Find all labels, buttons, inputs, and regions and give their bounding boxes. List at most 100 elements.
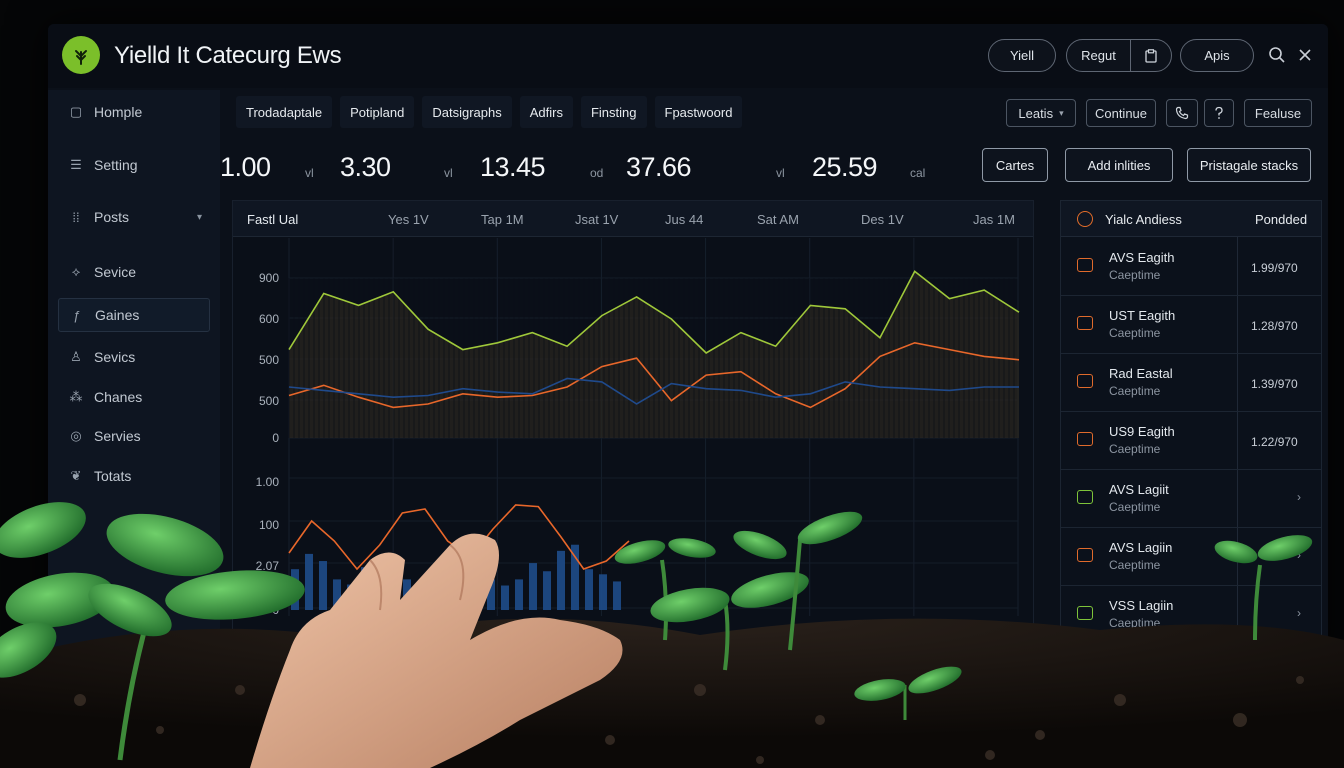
row-subtitle: Caeptime	[1109, 384, 1161, 398]
continue-button[interactable]: Continue	[1086, 99, 1156, 127]
tab-finsting[interactable]: Finsting	[580, 96, 647, 128]
bar	[459, 564, 467, 610]
clipboard-icon[interactable]	[1129, 40, 1171, 71]
tab-potipland[interactable]: Potipland	[340, 96, 415, 128]
bar	[403, 579, 411, 610]
y-tick-label: 500	[259, 394, 279, 408]
row-name: VSS Lagiin	[1109, 598, 1174, 613]
search-icon[interactable]	[1268, 46, 1286, 64]
bar	[599, 574, 607, 610]
sidebar-item-servies[interactable]: ◎ Servies	[58, 419, 210, 453]
clock-icon	[1077, 211, 1093, 227]
x-tick-label: Jas 1M	[973, 212, 1015, 227]
sidebar: ▢ Homple ☰ Setting ⁞⁞ Posts ▾ ⟡ Sevice ƒ Gain…	[48, 90, 220, 664]
panel-row[interactable]: Rad Eastal Caeptime 1.39/970	[1061, 354, 1321, 412]
list-icon: ☰	[70, 157, 82, 172]
panel-column-header: Pondded	[1255, 212, 1308, 227]
sidebar-item-gaines[interactable]: ƒ Gaines	[58, 298, 210, 332]
row-status-icon	[1077, 548, 1093, 562]
sidebar-item-totats[interactable]: ❦ Totats	[58, 459, 210, 493]
pristagale-stacks-button[interactable]: Pristagale stacks	[1187, 148, 1311, 182]
sidebar-item-label: Chanes	[94, 389, 143, 405]
tab-trodadaptale[interactable]: Trodadaptale	[236, 96, 333, 128]
chevron-right-icon[interactable]: ›	[1297, 490, 1301, 504]
bar	[305, 553, 313, 610]
chevron-right-icon[interactable]: ›	[1297, 606, 1301, 620]
row-value: 1.39/970	[1251, 377, 1298, 391]
sidebar-item-label: Setting	[94, 157, 138, 173]
metric-value: 3.30	[340, 152, 391, 182]
row-subtitle: Caeptime	[1109, 326, 1161, 340]
sidebar-item-chanes[interactable]: ⁂ Chanes	[58, 380, 210, 414]
sidebar-item-setting[interactable]: ☰ Setting	[58, 148, 210, 182]
phone-icon[interactable]	[1166, 99, 1198, 127]
bar	[613, 581, 621, 610]
tab-fpastwoord[interactable]: Fpastwoord	[654, 96, 743, 128]
apps-button[interactable]: Apis	[1180, 39, 1254, 72]
sidebar-item-sevics[interactable]: ♙ Sevics	[58, 340, 210, 374]
row-name: UST Eagith	[1109, 308, 1176, 323]
sidebar-item-label: Totats	[94, 468, 132, 484]
row-subtitle: Caeptime	[1109, 616, 1161, 630]
report-button-group[interactable]: Regut	[1066, 39, 1172, 72]
chart-header: Fastl Ual Yes 1V Tap 1M Jsat 1V Jus 44 S…	[233, 201, 1033, 237]
yield-button[interactable]: Yiell	[988, 39, 1056, 72]
sidebar-item-label: Gaines	[95, 307, 140, 323]
tab-adfirs[interactable]: Adfirs	[519, 96, 573, 128]
row-status-icon	[1077, 490, 1093, 504]
sidebar-item-service[interactable]: ⟡ Sevice	[58, 255, 210, 289]
y-tick-label: 600	[259, 312, 279, 326]
report-button[interactable]: Regut	[1067, 40, 1130, 71]
app-title: Yielld It Catecurg Ews	[114, 42, 342, 69]
sidebar-item-home[interactable]: ▢ Homple	[58, 95, 210, 129]
bar	[487, 579, 495, 610]
x-tick-label: Jus 44	[665, 212, 704, 227]
metric-unit: vl	[444, 166, 453, 180]
x-tick-label: Tap 1M	[481, 212, 524, 227]
panel-row[interactable]: AVS Lagiin Caeptime ›	[1061, 528, 1321, 586]
chevron-down-icon: ▾	[1059, 107, 1064, 118]
dashboard-window: Yielld It Catecurg Ews Yiell Regut Apis …	[48, 24, 1328, 664]
row-subtitle: Caeptime	[1109, 268, 1161, 282]
feature-button[interactable]: Fealuse	[1244, 99, 1312, 127]
bar	[473, 556, 481, 610]
tab-datsigraphs[interactable]: Datsigraphs	[422, 96, 512, 128]
chart-title: Fastl Ual	[247, 212, 299, 227]
x-tick-label: Sat AM	[757, 212, 799, 227]
leads-dropdown[interactable]: Leatis ▾	[1006, 99, 1076, 127]
row-value: 1.22/970	[1251, 435, 1298, 449]
close-icon[interactable]	[1296, 46, 1314, 64]
add-inlities-button[interactable]: Add inlities	[1065, 148, 1173, 182]
row-status-icon	[1077, 374, 1093, 388]
metric-value: 25.59	[812, 152, 878, 182]
home-icon: ▢	[69, 104, 83, 119]
bar	[389, 559, 397, 610]
help-icon[interactable]	[1204, 99, 1234, 127]
sidebar-item-label: Sevics	[94, 349, 136, 365]
panel-row[interactable]: AVS Lagiit Caeptime ›	[1061, 470, 1321, 528]
panel-row[interactable]: UST Eagith Caeptime 1.28/970	[1061, 296, 1321, 354]
sidebar-item-label: Homple	[94, 104, 143, 120]
panel-row[interactable]: VSS Lagiin Caeptime ›	[1061, 586, 1321, 644]
grid-icon: ⁞⁞	[72, 209, 80, 225]
row-subtitle: Caeptime	[1109, 500, 1161, 514]
sidebar-item-posts[interactable]: ⁞⁞ Posts ▾	[58, 200, 210, 234]
bar	[417, 587, 425, 610]
bar	[445, 574, 453, 610]
leaf-logo-icon	[62, 36, 100, 74]
row-name: US9 Eagith	[1109, 424, 1175, 439]
row-status-icon	[1077, 316, 1093, 330]
cartes-button[interactable]: Cartes	[982, 148, 1048, 182]
chevron-right-icon[interactable]: ›	[1297, 548, 1301, 562]
y-tick-label: 0	[272, 431, 279, 445]
y-tick-label: 100	[259, 518, 279, 532]
x-tick-label: Yes 1V	[388, 212, 429, 227]
bar	[375, 571, 383, 610]
chevron-down-icon[interactable]: ▾	[197, 212, 202, 223]
metric-value: 13.45	[480, 152, 546, 182]
metric-unit: cal	[910, 166, 926, 180]
panel-row[interactable]: US9 Eagith Caeptime 1.22/970	[1061, 412, 1321, 470]
bar	[319, 561, 327, 610]
y-tick-label: 500	[259, 353, 279, 367]
panel-row[interactable]: AVS Eagith Caeptime 1.99/970	[1061, 238, 1321, 296]
